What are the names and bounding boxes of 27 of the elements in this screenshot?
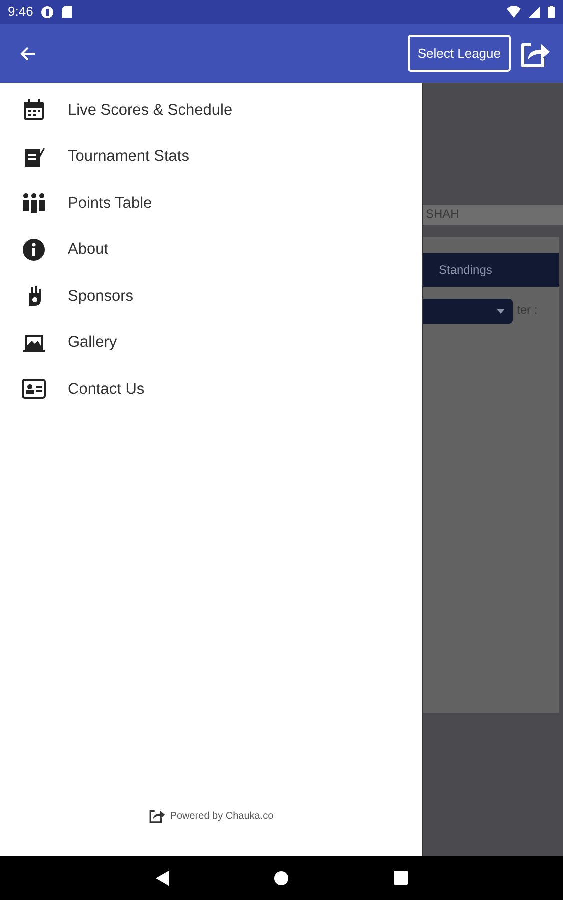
dropdown-field[interactable] <box>423 299 513 324</box>
caret-icon <box>497 309 505 314</box>
select-league-button[interactable]: Select League <box>408 34 511 72</box>
contact-card-icon <box>22 377 46 402</box>
drawer-menu-item[interactable]: Sponsors <box>0 273 422 320</box>
signal-icon <box>529 6 540 18</box>
people-icon <box>22 191 46 216</box>
status-time: 9:46 <box>8 3 34 22</box>
battery-icon <box>548 6 555 18</box>
back-nav-icon[interactable] <box>156 870 168 886</box>
info-icon <box>22 238 46 262</box>
drawer-menu-item[interactable]: Points Table <box>0 180 422 226</box>
wifi-icon <box>507 6 521 18</box>
drawer-menu-item[interactable]: Tournament Stats <box>0 134 422 180</box>
recents-nav-icon[interactable] <box>394 871 408 885</box>
calendar-icon <box>22 98 46 122</box>
back-arrow-icon[interactable] <box>20 46 36 62</box>
home-nav-icon[interactable] <box>274 870 288 886</box>
drawer-menu-item[interactable]: About <box>0 226 422 273</box>
standings-tab[interactable]: Standings <box>423 253 559 287</box>
powered-by-text: Powered by Chauka.co <box>170 810 274 824</box>
drawer-menu-item[interactable]: Contact Us <box>0 366 422 412</box>
share-icon <box>148 808 166 824</box>
sd-card-icon <box>62 6 72 18</box>
notification-icon <box>41 6 54 18</box>
drawer-menu-item[interactable]: Live Scores & Schedule <box>0 87 422 134</box>
drawer-menu-item[interactable]: Gallery <box>0 320 422 366</box>
